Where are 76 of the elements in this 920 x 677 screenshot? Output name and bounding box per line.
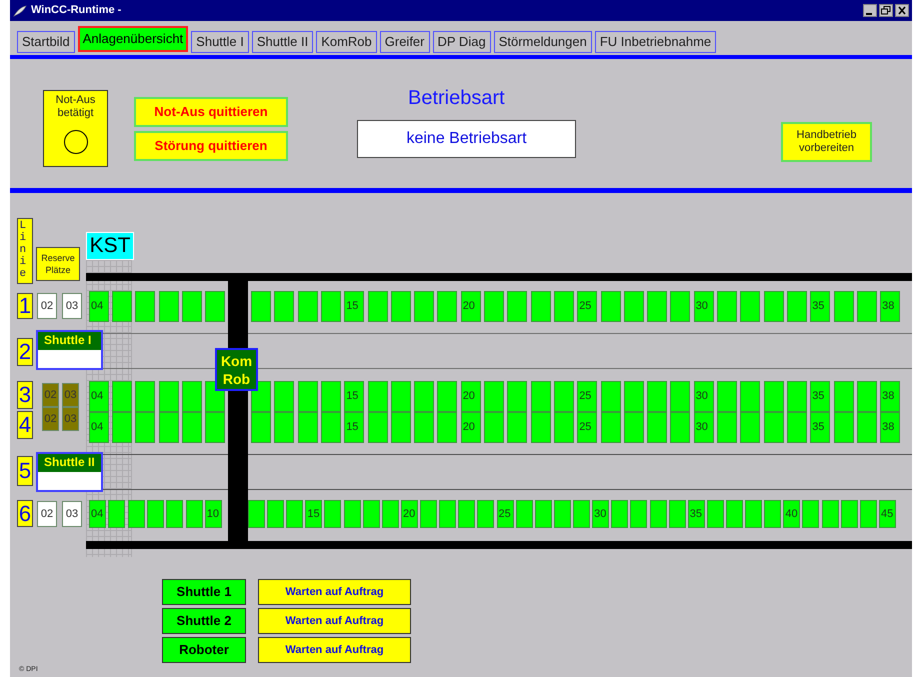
unit-name: Roboter: [162, 637, 246, 663]
reserve-slot: 02: [37, 293, 57, 319]
acknowledge-button[interactable]: Störung quittieren: [134, 131, 288, 161]
robot-indicator: Kom Rob: [215, 348, 258, 391]
storage-slot: 04: [89, 500, 106, 528]
line-number: 6: [17, 500, 33, 527]
mode-display: keine Betriebsart: [357, 120, 576, 158]
storage-slot: 04: [89, 381, 109, 412]
unit-status: Warten auf Auftrag: [258, 637, 411, 663]
storage-slot: 40: [783, 500, 800, 528]
storage-slot: 20: [460, 381, 481, 412]
storage-slot: 25: [577, 381, 598, 412]
emergency-label: Not-Aus betätigt: [54, 94, 96, 120]
line-header: Linie: [17, 218, 33, 284]
storage-slot: 38: [880, 412, 900, 443]
reserve-slot: 02: [42, 383, 59, 407]
tab[interactable]: Störmeldungen: [494, 31, 592, 53]
storage-slot: 25: [577, 291, 598, 322]
shuttle-title: Shuttle I: [38, 332, 101, 350]
unit-status: Warten auf Auftrag: [258, 579, 411, 605]
tab[interactable]: KomRob: [316, 31, 377, 53]
storage-slot: 15: [344, 412, 364, 443]
tab[interactable]: Shuttle I: [191, 31, 249, 53]
minimize-icon[interactable]: [863, 4, 877, 17]
unit-name: Shuttle 1: [162, 579, 246, 605]
line-number: 2: [17, 338, 33, 366]
line-number: 1: [17, 293, 33, 319]
reserve-slot: 03: [62, 407, 79, 431]
unit-name: Shuttle 2: [162, 608, 246, 634]
storage-slot: 30: [694, 412, 714, 443]
reserve-header: Reserve Plätze: [36, 247, 80, 281]
tab[interactable]: FU Inbetriebnahme: [594, 31, 716, 53]
tab[interactable]: DP Diag: [432, 31, 491, 53]
storage-slot: 30: [694, 381, 714, 412]
storage-slot: 04: [89, 291, 109, 322]
storage-slot: 25: [496, 500, 514, 528]
storage-slot: 30: [592, 500, 610, 528]
reserve-slot: 02: [37, 501, 57, 527]
storage-slot: 10: [204, 500, 222, 528]
storage-slot: 35: [810, 291, 830, 322]
tab[interactable]: Startbild: [17, 31, 75, 53]
storage-slot: 15: [344, 381, 364, 412]
storage-slot: 45: [878, 500, 896, 528]
line-number: 5: [17, 456, 33, 486]
storage-slot: 25: [577, 412, 598, 443]
mode-title: Betriebsart: [408, 86, 505, 111]
storage-slot: 35: [810, 412, 830, 443]
storage-slot: 35: [688, 500, 705, 528]
unit-status: Warten auf Auftrag: [258, 608, 411, 634]
storage-slot: 20: [400, 500, 418, 528]
reserve-slot: 03: [62, 383, 79, 407]
storage-slot: 35: [810, 381, 830, 412]
storage-slot: 04: [89, 412, 109, 443]
storage-slot: 38: [880, 291, 900, 322]
line-number: 3: [17, 381, 33, 409]
storage-slot: 20: [460, 291, 481, 322]
tab[interactable]: Shuttle II: [252, 31, 314, 53]
manual-mode-button[interactable]: Handbetrieb vorbereiten: [781, 122, 872, 162]
tab[interactable]: Greifer: [380, 31, 430, 53]
acknowledge-button[interactable]: Not-Aus quittieren: [134, 97, 288, 127]
storage-slot: 30: [694, 291, 714, 322]
close-icon[interactable]: [895, 4, 909, 17]
reserve-slot: 02: [42, 407, 59, 431]
storage-slot: 15: [305, 500, 322, 528]
storage-slot: 15: [344, 291, 364, 322]
reserve-slot: 03: [62, 293, 82, 319]
reserve-slot: 03: [62, 501, 82, 527]
feather-icon: [13, 4, 27, 16]
storage-slot: 20: [460, 412, 481, 443]
tab[interactable]: Anlagenübersicht: [78, 26, 188, 52]
window-title: WinCC-Runtime -: [31, 3, 122, 18]
line-number: 4: [17, 411, 33, 439]
shuttle-title: Shuttle II: [38, 454, 101, 472]
restore-icon[interactable]: [879, 4, 893, 17]
storage-slot: 38: [880, 381, 900, 412]
kst-label: KST: [86, 232, 134, 260]
